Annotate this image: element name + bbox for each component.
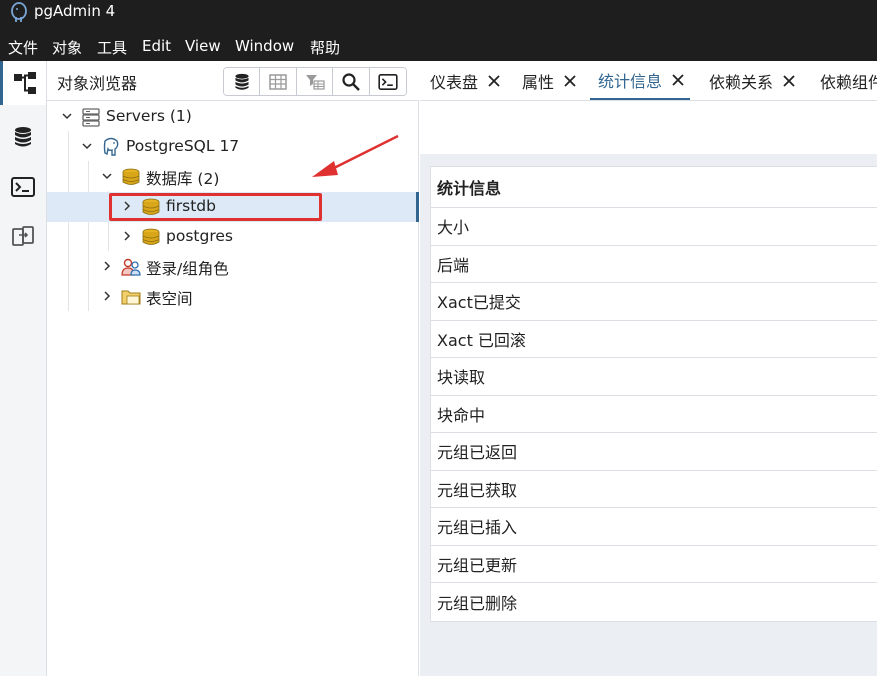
filter-table-icon xyxy=(305,74,325,90)
annotation-highlight-box xyxy=(109,193,322,221)
menu-window[interactable]: Window xyxy=(235,37,294,55)
tree-label-postgres: postgres xyxy=(166,227,233,245)
search-objects-button[interactable] xyxy=(333,68,370,95)
tab-dependencies-label: 依赖关系 xyxy=(709,73,774,92)
object-tree: Servers (1) PostgreSQL 17 数据库 (2) firstd… xyxy=(47,101,419,676)
menu-object[interactable]: 对象 xyxy=(52,37,82,58)
table-row: 元组已返回 xyxy=(431,433,877,471)
table-grid-icon xyxy=(269,73,287,90)
tree-label-server: PostgreSQL 17 xyxy=(126,137,240,155)
servers-icon xyxy=(82,108,100,127)
menu-file[interactable]: 文件 xyxy=(8,37,38,58)
menu-view[interactable]: View xyxy=(185,37,221,55)
table-row: 元组已获取 xyxy=(431,471,877,508)
tab-bar: 仪表盘 属性 统计信息 依赖关系 依赖组件 xyxy=(420,61,877,101)
tree-node-servers[interactable]: Servers (1) xyxy=(47,102,419,132)
table-row: 块命中 xyxy=(431,396,877,433)
statistics-panel: 统计信息 大小 后端 Xact已提交 Xact 已回滚 块读取 块命中 元组已返… xyxy=(420,102,877,676)
tree-label-tablespaces: 表空间 xyxy=(146,290,193,308)
chevron-down-icon[interactable] xyxy=(101,170,113,182)
tree-node-tablespaces[interactable]: 表空间 xyxy=(47,282,419,312)
filtered-rows-button[interactable] xyxy=(296,68,334,95)
object-explorer-header: 对象浏览器 xyxy=(47,61,419,101)
tab-dependents-label: 依赖组件 xyxy=(820,73,877,92)
statistics-panel-toolbar-area xyxy=(420,102,877,154)
table-row: Xact 已回滚 xyxy=(431,321,877,358)
tab-properties-label: 属性 xyxy=(522,73,555,92)
psql-toolbar-button[interactable] xyxy=(369,68,406,95)
schema-diff-icon xyxy=(12,226,34,246)
view-data-button[interactable] xyxy=(260,68,297,95)
tree-node-databases[interactable]: 数据库 (2) xyxy=(47,162,419,192)
chevron-right-icon[interactable] xyxy=(101,290,113,302)
database-icon xyxy=(142,228,160,245)
menu-bar: 文件 对象 工具 Edit View Window 帮助 xyxy=(0,30,877,61)
menu-edit[interactable]: Edit xyxy=(142,37,171,55)
object-explorer-title: 对象浏览器 xyxy=(57,74,138,93)
tab-properties[interactable]: 属性 xyxy=(522,61,578,100)
schema-diff-button[interactable] xyxy=(0,215,46,259)
table-row: Xact已提交 xyxy=(431,283,877,321)
pgadmin-elephant-icon xyxy=(11,2,27,22)
databases-icon xyxy=(122,168,140,185)
chevron-down-icon[interactable] xyxy=(81,140,93,152)
activity-bar xyxy=(0,61,47,676)
tab-statistics[interactable]: 统计信息 xyxy=(590,61,691,100)
query-tool-button[interactable] xyxy=(0,115,46,159)
terminal-icon xyxy=(11,177,35,197)
title-bar: pgAdmin 4 xyxy=(0,0,877,30)
table-row: 元组已插入 xyxy=(431,508,877,546)
psql-tool-button[interactable] xyxy=(0,165,46,209)
close-icon[interactable] xyxy=(670,72,686,88)
table-row: 元组已更新 xyxy=(431,546,877,583)
postgresql-elephant-icon xyxy=(103,137,119,156)
table-row: 大小 xyxy=(431,208,877,246)
close-icon[interactable] xyxy=(781,73,797,89)
object-tree-icon xyxy=(13,72,36,94)
menu-tools[interactable]: 工具 xyxy=(97,37,127,58)
chevron-right-icon[interactable] xyxy=(121,230,133,242)
database-icon xyxy=(235,73,249,90)
tree-node-postgres[interactable]: postgres xyxy=(47,222,419,252)
tablespaces-folder-icon xyxy=(121,290,141,305)
explorer-toolbar xyxy=(223,67,407,96)
login-roles-icon xyxy=(121,258,141,276)
tab-statistics-label: 统计信息 xyxy=(598,71,663,91)
search-icon xyxy=(342,72,360,91)
menu-help[interactable]: 帮助 xyxy=(310,37,340,58)
database-icon xyxy=(15,127,31,147)
terminal-icon xyxy=(378,73,398,90)
close-icon[interactable] xyxy=(486,73,502,89)
tab-dependents[interactable]: 依赖组件 xyxy=(820,61,877,100)
close-icon[interactable] xyxy=(562,73,578,89)
statistics-table: 统计信息 大小 后端 Xact已提交 Xact 已回滚 块读取 块命中 元组已返… xyxy=(430,166,877,622)
tree-label-databases: 数据库 (2) xyxy=(146,170,220,188)
tree-label-roles: 登录/组角色 xyxy=(146,260,229,278)
chevron-right-icon[interactable] xyxy=(101,260,113,272)
tree-label-servers: Servers (1) xyxy=(106,107,192,125)
tab-dashboard-label: 仪表盘 xyxy=(430,73,479,92)
tree-node-server[interactable]: PostgreSQL 17 xyxy=(47,132,419,162)
object-explorer-button[interactable] xyxy=(0,61,46,105)
table-row: 后端 xyxy=(431,246,877,283)
tab-dashboard[interactable]: 仪表盘 xyxy=(430,61,502,100)
table-row: 元组已删除 xyxy=(437,593,518,613)
chevron-down-icon[interactable] xyxy=(61,110,73,122)
statistics-table-header: 统计信息 xyxy=(431,167,877,208)
query-tool-toolbar-button[interactable] xyxy=(224,68,261,95)
tree-node-roles[interactable]: 登录/组角色 xyxy=(47,252,419,282)
app-title: pgAdmin 4 xyxy=(34,2,116,20)
table-row: 块读取 xyxy=(431,358,877,396)
tab-dependencies[interactable]: 依赖关系 xyxy=(709,61,797,100)
